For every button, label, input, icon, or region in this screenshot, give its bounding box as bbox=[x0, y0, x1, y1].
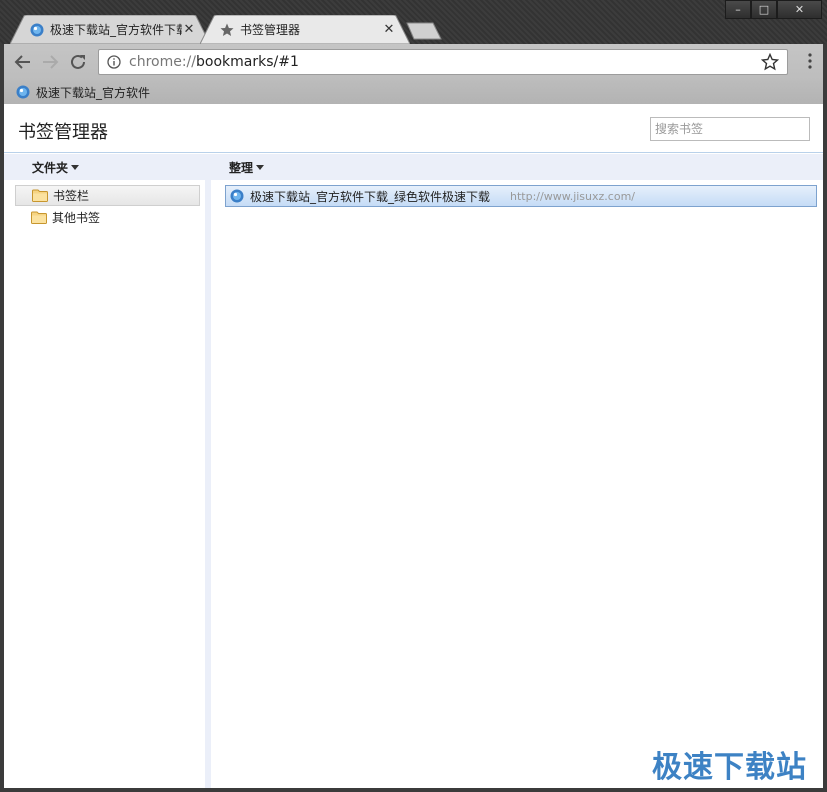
bookmark-list: 极速下载站_官方软件下载_绿色软件极速下载 http://www.jisuxz.… bbox=[211, 180, 823, 788]
site-favicon-icon bbox=[16, 85, 30, 99]
dropdown-arrow-icon bbox=[71, 164, 80, 170]
reload-icon bbox=[71, 54, 85, 69]
back-arrow-icon bbox=[14, 55, 30, 69]
back-button[interactable] bbox=[9, 48, 37, 76]
info-icon[interactable] bbox=[107, 55, 121, 69]
tree-item-other-bookmarks[interactable]: 其他书签 bbox=[15, 207, 200, 228]
folder-icon bbox=[32, 189, 48, 202]
browser-toolbar: chrome://bookmarks/#1 bbox=[4, 44, 823, 80]
star-icon bbox=[220, 23, 234, 36]
tree-item-label: 书签栏 bbox=[53, 189, 90, 203]
minimize-button[interactable]: – bbox=[725, 0, 751, 19]
address-url: chrome://bookmarks/#1 bbox=[129, 54, 299, 70]
title-bar: – □ ✕ 极速下载站_官方软件下载_绿色软件极速下载 ✕ bbox=[0, 0, 827, 44]
menu-dots-icon[interactable] bbox=[807, 52, 813, 70]
bookmark-title: 极速下载站_官方软件下载_绿色软件极速下载 bbox=[250, 189, 491, 204]
tab-title: 极速下载站_官方软件下载_绿色软件极速下载 bbox=[50, 23, 182, 37]
browser-window: – □ ✕ 极速下载站_官方软件下载_绿色软件极速下载 ✕ bbox=[0, 0, 827, 792]
organize-menu-label: 整理 bbox=[229, 160, 254, 175]
folders-menu-button[interactable]: 文件夹 bbox=[32, 154, 80, 180]
manager-menubar: 文件夹 整理 bbox=[4, 154, 823, 180]
reload-button[interactable] bbox=[64, 48, 92, 76]
tab-title: 书签管理器 bbox=[240, 23, 301, 37]
bookmark-manager-page: 书签管理器 文件夹 整理 书签栏 bbox=[4, 104, 823, 788]
forward-button[interactable] bbox=[36, 48, 64, 76]
forward-arrow-icon bbox=[43, 55, 59, 69]
page-title: 书签管理器 bbox=[18, 122, 108, 143]
close-tab-icon[interactable]: ✕ bbox=[182, 22, 196, 37]
site-favicon-icon bbox=[230, 189, 244, 203]
watermark-logo: 极速下载站 bbox=[652, 750, 807, 785]
new-tab-button[interactable] bbox=[406, 22, 442, 40]
folder-tree: 书签栏 其他书签 bbox=[4, 180, 205, 788]
folder-icon bbox=[31, 211, 47, 224]
close-window-button[interactable]: ✕ bbox=[777, 0, 822, 19]
bookmark-url: http://www.jisuxz.com/ bbox=[510, 189, 635, 203]
bookmark-star-icon[interactable] bbox=[761, 53, 779, 71]
search-bookmarks-input[interactable] bbox=[650, 117, 810, 141]
window-controls: – □ ✕ bbox=[725, 0, 822, 19]
maximize-button[interactable]: □ bbox=[751, 0, 777, 19]
dropdown-arrow-icon bbox=[256, 164, 265, 170]
tab-jisuxz[interactable]: 极速下载站_官方软件下载_绿色软件极速下载 ✕ bbox=[10, 15, 210, 44]
address-bar[interactable]: chrome://bookmarks/#1 bbox=[98, 49, 788, 75]
folders-menu-label: 文件夹 bbox=[32, 160, 69, 175]
tree-item-bookmarks-bar[interactable]: 书签栏 bbox=[15, 185, 200, 206]
tab-bookmark-manager[interactable]: 书签管理器 ✕ bbox=[200, 15, 410, 44]
bookmarks-bar: 极速下载站_官方软件 bbox=[4, 80, 823, 104]
page-header: 书签管理器 bbox=[4, 104, 823, 153]
list-item[interactable]: 极速下载站_官方软件下载_绿色软件极速下载 http://www.jisuxz.… bbox=[225, 185, 817, 207]
bookmarks-bar-item-label: 极速下载站_官方软件 bbox=[36, 85, 151, 100]
organize-menu-button[interactable]: 整理 bbox=[229, 154, 265, 180]
close-tab-icon[interactable]: ✕ bbox=[382, 22, 396, 37]
tree-item-label: 其他书签 bbox=[52, 211, 101, 225]
site-favicon-icon bbox=[30, 23, 44, 36]
bookmarks-bar-item[interactable]: 极速下载站_官方软件 bbox=[16, 84, 150, 101]
